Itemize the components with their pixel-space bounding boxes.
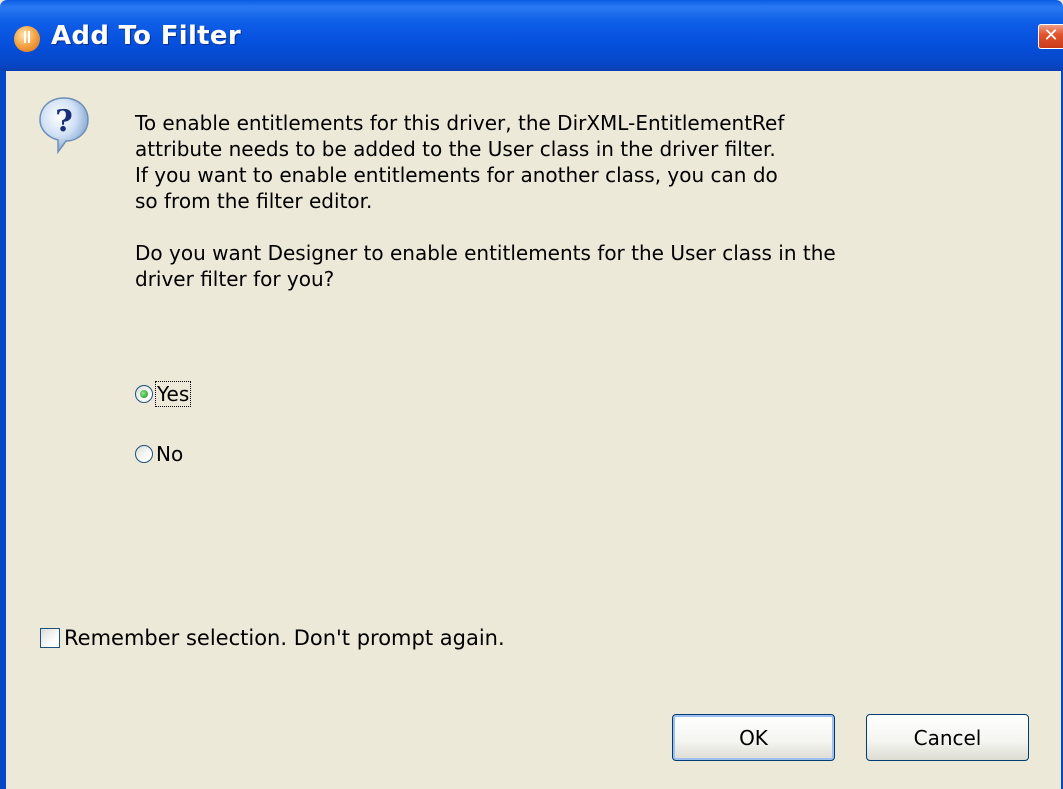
ok-button[interactable]: OK (672, 714, 835, 761)
close-button[interactable]: ✕ (1038, 24, 1063, 49)
svg-text:?: ? (55, 104, 73, 139)
remember-selection-checkbox[interactable]: Remember selection. Don't prompt again. (40, 626, 505, 650)
message-paragraph-1: To enable entitlements for this driver, … (135, 111, 785, 213)
radio-checked-icon (135, 385, 153, 403)
close-icon: ✕ (1043, 25, 1059, 46)
remember-selection-label: Remember selection. Don't prompt again. (64, 626, 505, 650)
dialog-message: To enable entitlements for this driver, … (135, 110, 935, 292)
radio-unchecked-icon (135, 445, 153, 463)
yes-radio-label: Yes (154, 381, 192, 407)
no-radio[interactable]: No (135, 442, 183, 466)
question-icon: ? (39, 97, 89, 154)
novell-designer-icon (14, 26, 40, 52)
yes-radio[interactable]: Yes (135, 381, 192, 407)
window-title: Add To Filter (51, 21, 241, 51)
message-paragraph-2: Do you want Designer to enable entitleme… (135, 241, 836, 291)
no-radio-label: No (156, 442, 184, 466)
window-frame-left (0, 71, 6, 789)
checkbox-unchecked-icon (40, 628, 60, 648)
title-bar[interactable]: Add To Filter ✕ (0, 0, 1063, 71)
cancel-button[interactable]: Cancel (866, 714, 1029, 761)
